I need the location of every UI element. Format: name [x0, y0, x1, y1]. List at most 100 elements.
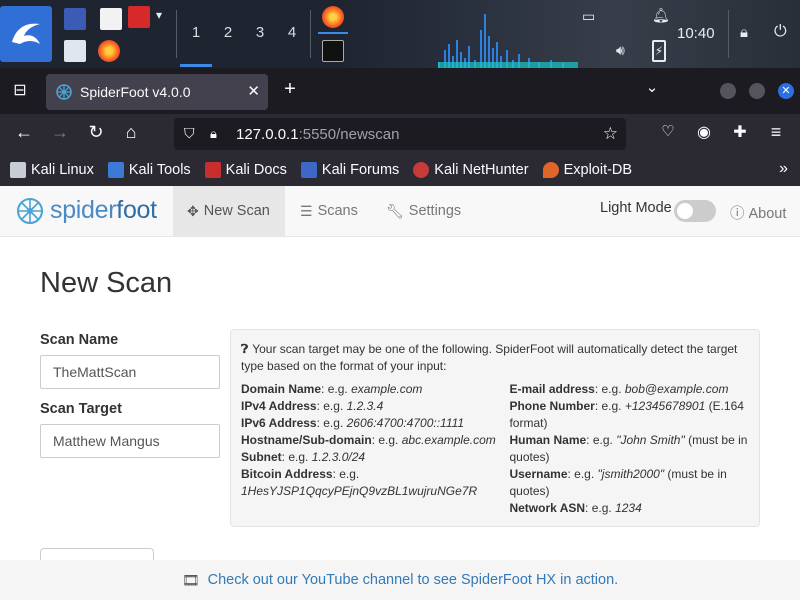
scan-name-label: Scan Name — [40, 332, 119, 348]
help-item-example: 1234 — [615, 501, 642, 515]
help-item-example: "jsmith2000" — [597, 467, 665, 481]
pocket-icon[interactable]: ♡ — [656, 122, 680, 140]
exploit-db-icon — [542, 162, 559, 178]
volume-icon[interactable]: 🔊︎ — [616, 42, 625, 59]
run-scan-button-partial[interactable] — [40, 548, 154, 560]
file-manager-icon[interactable] — [64, 40, 86, 62]
crosshair-move-icon: ✥ — [187, 202, 199, 219]
scan-target-input[interactable]: Matthew Mangus — [40, 424, 220, 458]
text-editor-icon[interactable] — [100, 8, 122, 30]
close-window-button[interactable]: ✕ — [778, 83, 794, 99]
scan-name-input[interactable]: TheMattScan — [40, 355, 220, 389]
lock-icon[interactable]: 🔒︎ — [740, 24, 748, 41]
workspace-3[interactable]: 3 — [245, 24, 275, 41]
minimize-button[interactable] — [720, 83, 736, 99]
nav-scans[interactable]: ☰ Scans — [286, 186, 372, 236]
bookmark-exploit-db[interactable]: Exploit-DB — [542, 162, 632, 178]
about-label: About — [748, 206, 787, 222]
spiderfoot-logo-icon — [17, 197, 43, 224]
nav-settings[interactable]: 🔧︎ Settings — [372, 186, 475, 236]
scan-target-value: Matthew Mangus — [53, 433, 160, 449]
help-item: Bitcoin Address: e.g. 1HesYJSP1QqcyPEjnQ… — [241, 466, 509, 500]
info-circle-icon: ⓘ — [730, 206, 745, 222]
bookmark-label: Kali Docs — [225, 162, 287, 178]
help-item-sep: : e.g. — [586, 433, 617, 447]
help-item-name: Domain Name — [241, 382, 322, 396]
workspace-1[interactable]: 1 — [181, 24, 211, 41]
account-icon[interactable]: ◉ — [692, 122, 716, 142]
window-active-indicator — [318, 32, 348, 34]
bookmark-kali-linux[interactable]: Kali Linux — [10, 162, 94, 178]
help-item-example: 1HesYJSP1QqcyPEjnQ9vzBL1wujruNGe7R — [241, 484, 478, 498]
about-link[interactable]: ⓘ About — [730, 202, 786, 223]
help-item-name: Bitcoin Address — [241, 467, 333, 481]
nav-new-scan[interactable]: ✥ New Scan — [173, 186, 285, 236]
kali-dragon-icon — [10, 162, 26, 178]
bookmarks-toolbar: Kali Linux Kali Tools Kali Docs Kali For… — [0, 154, 800, 186]
maximize-button[interactable] — [749, 83, 765, 99]
panel-separator — [310, 10, 311, 58]
youtube-link[interactable]: Check out our YouTube channel to see Spi… — [208, 572, 619, 588]
kali-menu-icon[interactable] — [0, 6, 52, 62]
brand-name-part1: spider — [50, 196, 117, 224]
page-title: New Scan — [40, 267, 173, 299]
help-item-sep: : e.g. — [594, 382, 625, 396]
url-bar[interactable]: ⛉ 🔒︎ 127.0.0.1:5550/newscan ☆ — [174, 118, 626, 150]
spiderfoot-logo[interactable]: spiderfoot — [16, 196, 157, 225]
firefox-launcher-icon[interactable] — [98, 40, 120, 62]
terminal-window-icon[interactable] — [322, 40, 344, 62]
help-item-name: Hostname/Sub-domain — [241, 433, 372, 447]
notification-bell-icon[interactable]: 🔔︎ — [652, 7, 670, 24]
kali-docs-icon — [204, 162, 221, 178]
page-info-icon[interactable]: 🔒︎ — [210, 126, 217, 142]
help-item-name: Phone Number — [509, 399, 595, 413]
back-arrow-icon[interactable]: ← — [12, 122, 36, 143]
scan-target-label: Scan Target — [40, 401, 122, 417]
forward-arrow-icon[interactable]: → — [48, 122, 72, 143]
battery-charging-icon[interactable]: ⚡︎ — [652, 40, 666, 62]
workspace-2[interactable]: 2 — [213, 24, 243, 41]
help-item-example: +12345678901 — [624, 399, 706, 413]
show-desktop-icon[interactable] — [64, 8, 86, 30]
network-monitor-graph — [438, 14, 578, 68]
display-icon[interactable]: ▭ — [582, 8, 595, 25]
bookmark-kali-tools[interactable]: Kali Tools — [107, 162, 191, 178]
shield-icon[interactable]: ⛉ — [184, 125, 195, 142]
nav-label: Settings — [408, 203, 462, 219]
firefox-window-icon[interactable] — [322, 6, 344, 28]
help-item-example: "John Smith" — [616, 433, 685, 447]
light-mode-toggle[interactable] — [674, 200, 716, 222]
nav-label: New Scan — [203, 203, 270, 219]
hamburger-menu-icon[interactable]: ≡ — [764, 122, 788, 143]
wrench-icon: 🔧︎ — [386, 202, 404, 219]
list-all-tabs-icon[interactable]: ⌄ — [640, 78, 664, 96]
home-icon[interactable]: ⌂ — [119, 122, 143, 143]
help-item: Human Name: e.g. "John Smith" (must be i… — [509, 432, 749, 466]
bookmark-label: Kali Forums — [321, 162, 400, 178]
logout-icon[interactable]: ⏻ — [774, 23, 787, 41]
tab-spiderfoot[interactable]: SpiderFoot v4.0.0 ✕ — [46, 74, 268, 110]
help-item-name: IPv6 Address — [241, 416, 317, 430]
help-item: Network ASN: e.g. 1234 — [509, 500, 749, 517]
more-bookmarks-icon[interactable]: » — [779, 160, 788, 178]
panel-separator — [176, 10, 177, 58]
terminal-root-icon[interactable] — [128, 6, 150, 28]
bookmark-kali-docs[interactable]: Kali Docs — [204, 162, 287, 178]
reload-icon[interactable]: ↻ — [84, 122, 108, 143]
extensions-icon[interactable]: ✚ — [728, 122, 752, 142]
help-item: E-mail address: e.g. bob@example.com — [509, 381, 749, 398]
bookmark-star-icon[interactable]: ☆ — [603, 124, 618, 144]
clock[interactable]: 10:40 — [677, 25, 715, 42]
help-item: Username: e.g. "jsmith2000" (must be in … — [509, 466, 749, 500]
help-item-sep: : e.g. — [594, 399, 625, 413]
help-item-sep: : e.g. — [332, 467, 360, 481]
brand-name-part2: foot — [116, 196, 157, 224]
tab-overview-icon[interactable]: ⊟ — [8, 80, 32, 100]
workspace-4[interactable]: 4 — [277, 24, 307, 41]
help-item-example: bob@example.com — [624, 382, 729, 396]
new-tab-icon[interactable]: + — [278, 78, 302, 101]
close-icon[interactable]: ✕ — [247, 82, 260, 100]
bookmark-kali-nethunter[interactable]: Kali NetHunter — [413, 162, 529, 178]
bookmark-kali-forums[interactable]: Kali Forums — [300, 162, 400, 178]
chevron-down-icon[interactable]: ▾ — [156, 8, 162, 22]
